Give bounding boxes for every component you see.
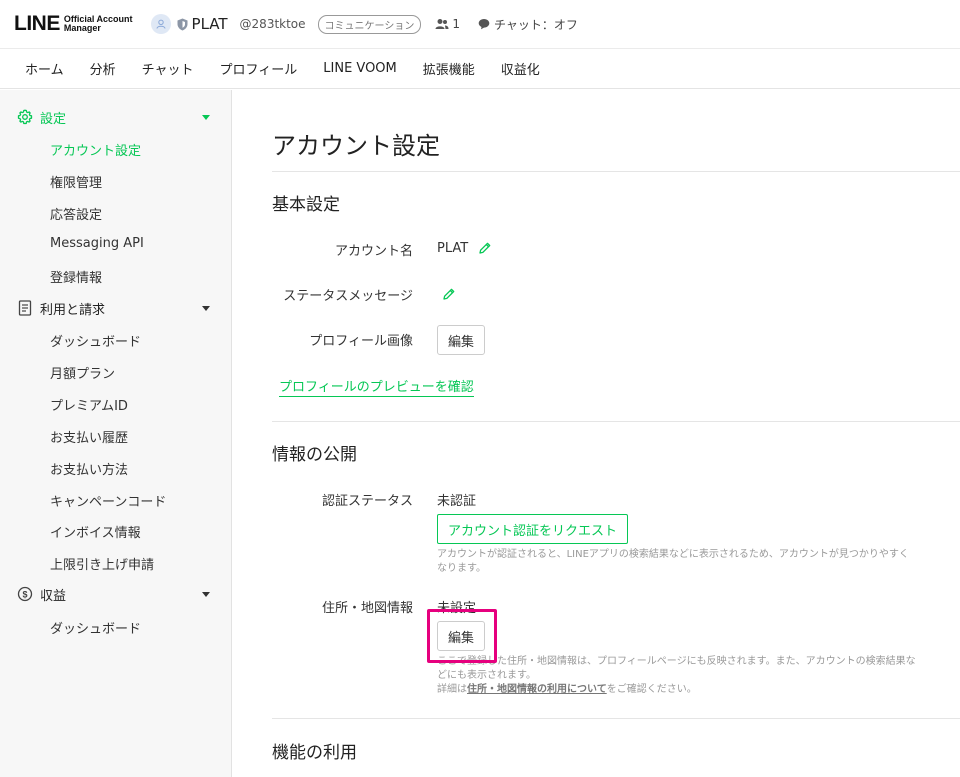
divider: [272, 718, 960, 719]
profile-preview-link[interactable]: プロフィールのプレビューを確認: [279, 376, 474, 397]
friend-count[interactable]: 1: [435, 17, 460, 31]
request-verification-button[interactable]: アカウント認証をリクエスト: [437, 514, 629, 544]
shield-icon: [177, 18, 188, 31]
pencil-icon[interactable]: [442, 287, 456, 301]
coin-icon: $: [16, 585, 34, 603]
address-usage-link[interactable]: 住所・地図情報の利用について: [467, 684, 607, 695]
line-oa-logo[interactable]: LINE Official Account Manager: [14, 12, 133, 36]
nav-analytics[interactable]: 分析: [90, 59, 116, 78]
address-help-detail: 詳細は住所・地図情報の利用についてをご確認ください。: [437, 684, 697, 695]
account-name: PLAT: [191, 15, 228, 33]
divider: [272, 421, 960, 422]
sidebar: 設定 アカウント設定 権限管理 応答設定 Messaging API 登録情報 …: [0, 90, 232, 777]
divider: [272, 171, 960, 172]
account-id: @283tktoe: [239, 17, 306, 31]
pencil-icon[interactable]: [478, 241, 492, 255]
account-type-badge: コミュニケーション: [317, 14, 422, 34]
sidebar-item-invoice-info[interactable]: インボイス情報: [50, 522, 141, 541]
page-title: アカウント設定: [272, 132, 440, 160]
account-switcher[interactable]: PLAT @283tktoe コミュニケーション: [150, 14, 422, 34]
profile-image-edit-button[interactable]: 編集: [437, 325, 486, 355]
sidebar-item-payment-method[interactable]: お支払い方法: [50, 459, 128, 478]
sidebar-section-revenue[interactable]: $ 収益: [0, 582, 232, 606]
nav-chat[interactable]: チャット: [142, 59, 194, 78]
sidebar-section-settings[interactable]: 設定: [0, 105, 232, 129]
sidebar-section-label: 利用と請求: [40, 302, 106, 318]
profile-image-label: プロフィール画像: [309, 334, 413, 349]
chevron-down-icon: [202, 592, 210, 597]
status-message-label: ステータスメッセージ: [283, 289, 413, 304]
sidebar-item-dashboard[interactable]: ダッシュボード: [50, 331, 141, 350]
main-nav: ホーム 分析 チャット プロフィール LINE VOOM 拡張機能 収益化: [0, 49, 960, 89]
sidebar-item-revenue-dashboard[interactable]: ダッシュボード: [50, 618, 141, 637]
chevron-down-icon: [202, 115, 210, 120]
top-header: LINE Official Account Manager PLAT @283t…: [0, 0, 960, 49]
account-name-label: アカウント名: [334, 244, 413, 259]
nav-home[interactable]: ホーム: [25, 59, 64, 78]
chat-bubble-icon: [478, 19, 490, 30]
section-title-basic: 基本設定: [272, 195, 340, 215]
avatar: [150, 14, 171, 34]
people-icon: [435, 19, 449, 29]
main-content: アカウント設定 基本設定 アカウント名 PLAT ステータスメッセージ プロフィ…: [232, 90, 960, 777]
verify-help-text: アカウントが認証されると、LINEアプリの検索結果などに表示されるため、アカウン…: [437, 549, 909, 574]
sidebar-item-account-settings[interactable]: アカウント設定: [50, 140, 141, 159]
sidebar-section-usage-billing[interactable]: 利用と請求: [0, 296, 232, 320]
address-help-text: ここで登録した住所・地図情報は、プロフィールページにも反映されます。また、アカウ…: [437, 656, 916, 681]
nav-monetization[interactable]: 収益化: [501, 59, 540, 78]
nav-extensions[interactable]: 拡張機能: [423, 59, 475, 78]
sidebar-item-messaging-api[interactable]: Messaging API: [50, 236, 144, 251]
sidebar-section-label: 収益: [40, 588, 67, 604]
sidebar-section-label: 設定: [40, 111, 67, 127]
verify-status-value: 未認証: [437, 494, 477, 509]
highlight-box: [427, 609, 497, 663]
sidebar-item-campaign-code[interactable]: キャンペーンコード: [50, 491, 166, 510]
verify-status-label: 認証ステータス: [321, 494, 413, 509]
chat-status-text: チャット：オフ: [494, 17, 578, 32]
logo-subtitle: Official Account Manager: [63, 14, 133, 33]
sidebar-item-response-settings[interactable]: 応答設定: [50, 204, 102, 223]
document-icon: [16, 299, 34, 317]
sidebar-item-monthly-plan[interactable]: 月額プラン: [50, 363, 115, 382]
account-name-value: PLAT: [437, 241, 469, 256]
gear-icon: [16, 108, 34, 126]
sidebar-item-premium-id[interactable]: プレミアムID: [50, 395, 128, 414]
nav-line-voom[interactable]: LINE VOOM: [323, 61, 397, 76]
nav-profile[interactable]: プロフィール: [220, 59, 298, 78]
section-title-publish: 情報の公開: [272, 445, 357, 465]
logo-text: LINE: [14, 12, 60, 35]
section-title-features: 機能の利用: [272, 743, 357, 763]
user-icon: [156, 19, 166, 29]
friend-count-value: 1: [452, 17, 460, 31]
chat-status[interactable]: チャット：オフ: [478, 16, 578, 33]
svg-text:$: $: [22, 590, 27, 600]
sidebar-item-payment-history[interactable]: お支払い履歴: [50, 427, 128, 446]
sidebar-item-permissions[interactable]: 権限管理: [50, 172, 102, 191]
address-label: 住所・地図情報: [321, 601, 413, 616]
chevron-down-icon: [202, 306, 210, 311]
sidebar-item-registration-info[interactable]: 登録情報: [50, 267, 102, 286]
sidebar-item-limit-increase[interactable]: 上限引き上げ申請: [50, 554, 154, 573]
